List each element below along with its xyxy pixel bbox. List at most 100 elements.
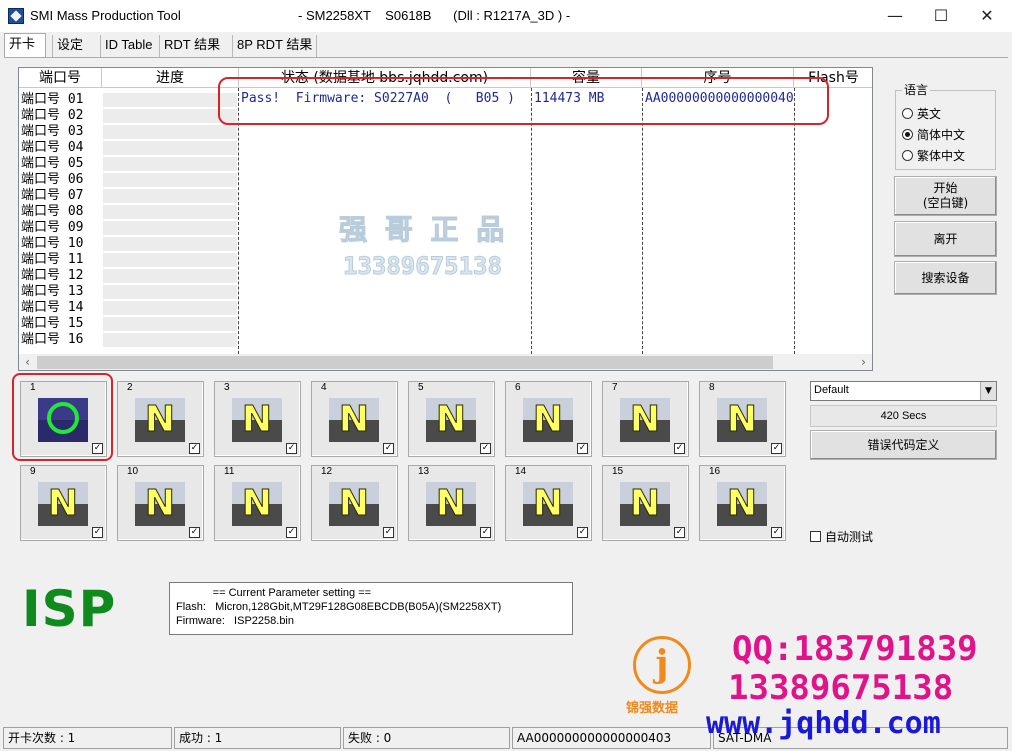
col-header-port[interactable]: 端口号 xyxy=(19,68,102,88)
profile-select[interactable]: Default ▼ xyxy=(810,381,997,401)
slot-state: N xyxy=(532,483,564,524)
app-icon xyxy=(8,8,24,24)
slot-7[interactable]: 7 N ✓ xyxy=(602,381,689,457)
scroll-left-icon[interactable]: ‹ xyxy=(19,354,36,370)
slot-status-indicator: N xyxy=(38,482,88,526)
error-code-button[interactable]: 错误代码定义 xyxy=(810,430,997,460)
slot-number: 10 xyxy=(127,466,139,477)
slot-state: N xyxy=(338,483,370,524)
list-item[interactable]: 端口号 10 xyxy=(21,236,101,252)
slot-checkbox[interactable]: ✓ xyxy=(674,443,685,454)
slot-checkbox[interactable]: ✓ xyxy=(383,443,394,454)
horizontal-scrollbar[interactable]: ‹ › xyxy=(19,354,872,370)
progress-cell xyxy=(103,141,237,155)
list-item[interactable]: 端口号 12 xyxy=(21,268,101,284)
slot-checkbox[interactable]: ✓ xyxy=(383,527,394,538)
progress-cell xyxy=(103,333,237,347)
start-shortcut-label: (空白键) xyxy=(922,196,969,210)
list-item[interactable]: 端口号 11 xyxy=(21,252,101,268)
slot-number: 6 xyxy=(515,382,521,393)
tab-settings[interactable]: 设定 xyxy=(52,35,87,57)
list-item[interactable]: 端口号 13 xyxy=(21,284,101,300)
search-devices-button[interactable]: 搜索设备 xyxy=(894,261,997,295)
slot-state: N xyxy=(241,483,273,524)
exit-button[interactable]: 离开 xyxy=(894,221,997,257)
slot-12[interactable]: 12 N ✓ xyxy=(311,465,398,541)
slot-checkbox[interactable]: ✓ xyxy=(674,527,685,538)
slot-checkbox[interactable]: ✓ xyxy=(286,443,297,454)
slot-state: N xyxy=(144,399,176,440)
radio-icon xyxy=(902,150,913,161)
list-item[interactable]: 端口号 08 xyxy=(21,204,101,220)
maximize-button[interactable]: ☐ xyxy=(918,0,964,32)
tab-open-card[interactable]: 开卡 xyxy=(4,33,46,57)
slot-status-indicator: N xyxy=(329,398,379,442)
slot-11[interactable]: 11 N ✓ xyxy=(214,465,301,541)
radio-simplified-chinese[interactable]: 简体中文 xyxy=(902,127,965,143)
progress-cell xyxy=(103,253,237,267)
list-item[interactable]: 端口号 09 xyxy=(21,220,101,236)
progress-cell xyxy=(103,109,237,123)
radio-label: 简体中文 xyxy=(917,128,966,142)
tab-rdt-result[interactable]: RDT 结果 xyxy=(159,35,224,57)
scroll-right-icon[interactable]: › xyxy=(855,354,872,370)
auto-test-checkbox[interactable]: 自动测试 xyxy=(810,528,873,545)
list-item[interactable]: 端口号 03 xyxy=(21,124,101,140)
slot-16[interactable]: 16 N ✓ xyxy=(699,465,786,541)
slot-checkbox[interactable]: ✓ xyxy=(771,527,782,538)
slot-checkbox[interactable]: ✓ xyxy=(189,443,200,454)
slot-14[interactable]: 14 N ✓ xyxy=(505,465,592,541)
status-card-count: 开卡次数 : 1 xyxy=(3,727,172,749)
slot-6[interactable]: 6 N ✓ xyxy=(505,381,592,457)
slot-2[interactable]: 2 N ✓ xyxy=(117,381,204,457)
start-button[interactable]: 开始 (空白键) xyxy=(894,176,997,216)
slot-checkbox[interactable]: ✓ xyxy=(577,443,588,454)
list-item[interactable]: 端口号 04 xyxy=(21,140,101,156)
slot-checkbox[interactable]: ✓ xyxy=(189,527,200,538)
slot-13[interactable]: 13 N ✓ xyxy=(408,465,495,541)
progress-cell xyxy=(103,221,237,235)
radio-english[interactable]: 英文 xyxy=(902,106,941,122)
app-title: SMI Mass Production Tool xyxy=(30,8,181,23)
column-separator xyxy=(794,88,795,354)
minimize-button[interactable]: — xyxy=(872,0,918,32)
slot-checkbox[interactable]: ✓ xyxy=(286,527,297,538)
scroll-thumb[interactable] xyxy=(37,356,773,369)
parameter-firmware: Firmware: ISP2258.bin xyxy=(176,615,294,627)
slot-4[interactable]: 4 N ✓ xyxy=(311,381,398,457)
progress-cell xyxy=(103,285,237,299)
progress-cell xyxy=(103,157,237,171)
slot-checkbox[interactable]: ✓ xyxy=(480,527,491,538)
list-item[interactable]: 端口号 06 xyxy=(21,172,101,188)
progress-cell xyxy=(103,173,237,187)
progress-cell xyxy=(103,189,237,203)
list-item[interactable]: 端口号 01 xyxy=(21,92,101,108)
slot-checkbox[interactable]: ✓ xyxy=(577,527,588,538)
slot-15[interactable]: 15 N ✓ xyxy=(602,465,689,541)
chevron-down-icon[interactable]: ▼ xyxy=(980,382,996,400)
progress-cell xyxy=(103,317,237,331)
slot-status-indicator: N xyxy=(620,482,670,526)
start-label: 开始 xyxy=(933,181,958,195)
slot-checkbox[interactable]: ✓ xyxy=(92,527,103,538)
slot-checkbox[interactable]: ✓ xyxy=(771,443,782,454)
list-item[interactable]: 端口号 02 xyxy=(21,108,101,124)
slot-9[interactable]: 9 N ✓ xyxy=(20,465,107,541)
radio-traditional-chinese[interactable]: 繁体中文 xyxy=(902,148,965,164)
tab-8p-rdt-result[interactable]: 8P RDT 结果 xyxy=(232,35,318,57)
slot-10[interactable]: 10 N ✓ xyxy=(117,465,204,541)
slot-3[interactable]: 3 N ✓ xyxy=(214,381,301,457)
list-item[interactable]: 端口号 05 xyxy=(21,156,101,172)
status-fail: 失败 : 0 xyxy=(343,727,510,749)
slot-status-indicator: N xyxy=(717,398,767,442)
tab-id-table[interactable]: ID Table xyxy=(100,35,156,57)
slot-5[interactable]: 5 N ✓ xyxy=(408,381,495,457)
list-item[interactable]: 端口号 16 xyxy=(21,332,101,348)
list-item[interactable]: 端口号 07 xyxy=(21,188,101,204)
list-item[interactable]: 端口号 14 xyxy=(21,300,101,316)
slot-checkbox[interactable]: ✓ xyxy=(480,443,491,454)
slot-8[interactable]: 8 N ✓ xyxy=(699,381,786,457)
slot-state: N xyxy=(629,399,661,440)
close-button[interactable]: ✕ xyxy=(964,0,1010,32)
list-item[interactable]: 端口号 15 xyxy=(21,316,101,332)
